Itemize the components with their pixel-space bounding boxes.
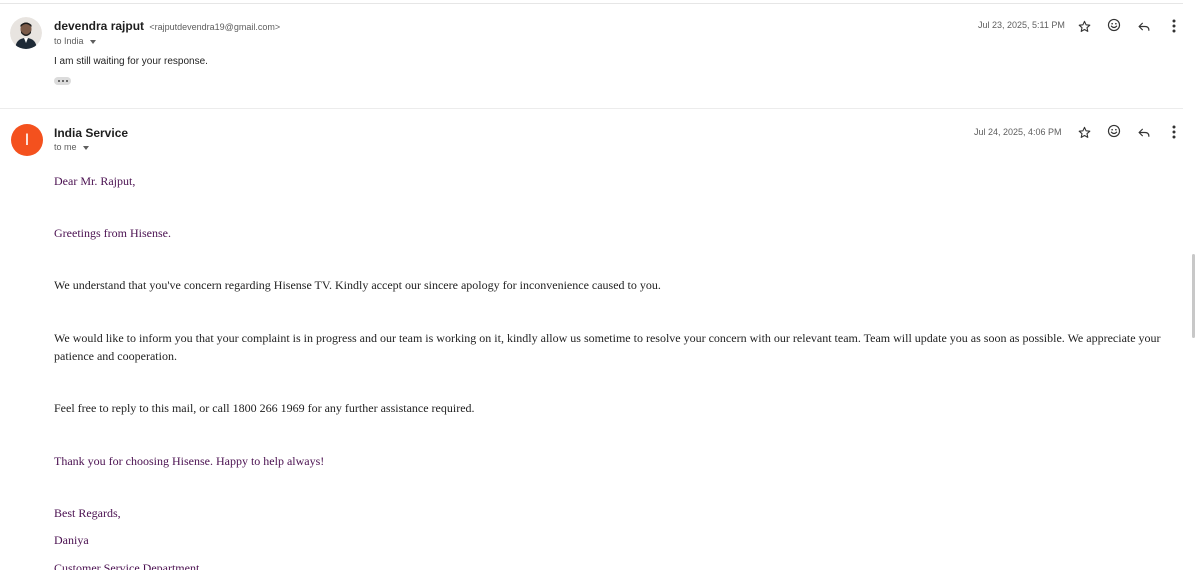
body-paragraph: Thank you for choosing Hisense. Happy to… [54, 454, 325, 468]
reply-button[interactable] [1136, 18, 1152, 34]
reply-button[interactable] [1136, 124, 1152, 140]
scrollbar-thumb[interactable] [1192, 254, 1195, 338]
user-photo-avatar-icon [10, 17, 42, 49]
email-thread: devendra rajput <rajputdevendra19@gmail.… [0, 0, 1200, 570]
divider [0, 3, 1183, 4]
message-date: Jul 24, 2025, 4:06 PM [974, 127, 1062, 137]
ellipsis-dot [61, 80, 64, 82]
recipient-details-toggle[interactable]: to me [54, 142, 89, 152]
body-paragraph: Feel free to reply to this mail, or call… [54, 401, 475, 415]
emoji-icon [1107, 124, 1121, 138]
message-snippet: I am still waiting for your response. [54, 56, 208, 67]
ellipsis-dot [57, 80, 60, 82]
body-paragraph: We would like to inform you that your co… [54, 331, 1161, 363]
chevron-down-icon [82, 145, 89, 150]
sender-line: devendra rajput <rajputdevendra19@gmail.… [54, 19, 280, 33]
body-department: Customer Service Department [54, 561, 200, 570]
body-paragraph: We understand that you've concern regard… [54, 278, 661, 292]
message-date: Jul 23, 2025, 5:11 PM [978, 20, 1065, 30]
add-reaction-button[interactable] [1106, 123, 1122, 139]
body-signature-name: Daniya [54, 533, 89, 547]
chevron-down-icon [89, 39, 96, 44]
body-regards: Best Regards, [54, 506, 121, 520]
sender-avatar[interactable]: I [11, 124, 43, 156]
more-vert-icon [1172, 19, 1176, 33]
recipient-label: to me [54, 142, 77, 152]
show-trimmed-content-button[interactable] [54, 77, 71, 85]
reply-icon [1138, 128, 1150, 137]
ellipsis-dot [65, 80, 68, 82]
reply-icon [1138, 22, 1150, 31]
sender-name[interactable]: India Service [54, 126, 128, 140]
sender-line: India Service [54, 126, 128, 140]
sender-name[interactable]: devendra rajput [54, 19, 144, 33]
star-button[interactable] [1076, 18, 1092, 34]
more-options-button[interactable] [1166, 124, 1182, 140]
body-greeting: Dear Mr. Rajput, [54, 174, 136, 188]
divider [0, 108, 1183, 109]
sender-avatar[interactable] [10, 17, 42, 49]
recipient-details-toggle[interactable]: to India [54, 36, 96, 46]
star-icon [1078, 20, 1090, 32]
more-vert-icon [1172, 125, 1176, 139]
star-button[interactable] [1076, 124, 1092, 140]
recipient-label: to India [54, 36, 84, 46]
body-paragraph: Greetings from Hisense. [54, 226, 171, 240]
add-reaction-button[interactable] [1106, 17, 1122, 33]
sender-email: <rajputdevendra19@gmail.com> [149, 22, 281, 32]
emoji-icon [1107, 18, 1121, 32]
more-options-button[interactable] [1166, 18, 1182, 34]
star-icon [1078, 126, 1090, 138]
